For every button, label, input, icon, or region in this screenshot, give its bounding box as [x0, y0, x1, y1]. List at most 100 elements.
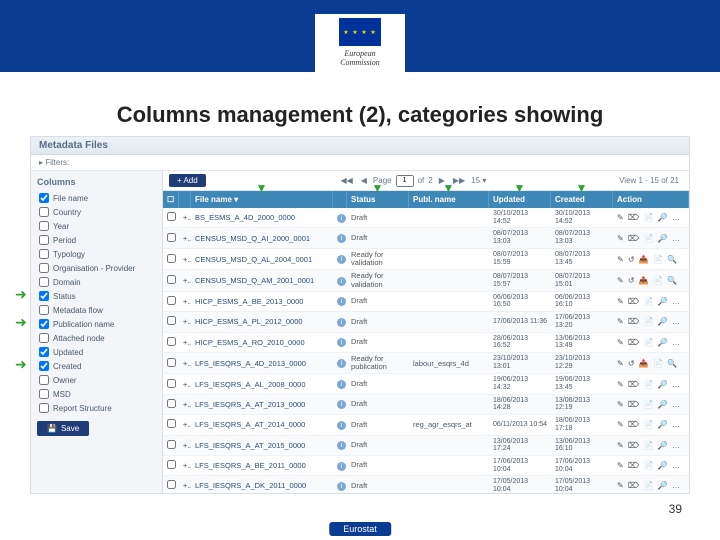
table-row[interactable]: +LFS_IESQRS_A_AL_2008_0000iDraft19/06/20… — [163, 374, 689, 394]
info-icon[interactable]: i — [333, 356, 347, 370]
expand-icon[interactable]: + — [179, 479, 191, 492]
cell-file-name[interactable]: CENSUS_MSD_Q_AI_2000_0001 — [191, 232, 333, 245]
table-row[interactable]: +LFS_IESQRS_A_DK_2011_0000iDraft17/05/20… — [163, 476, 689, 493]
info-icon[interactable]: i — [333, 231, 347, 245]
column-checkbox[interactable] — [39, 347, 49, 357]
column-checkbox[interactable] — [39, 235, 49, 245]
sidebar-item[interactable]: File name — [37, 191, 156, 205]
info-icon[interactable]: i — [333, 274, 347, 288]
info-icon[interactable]: i — [333, 438, 347, 452]
column-checkbox[interactable] — [39, 263, 49, 273]
cell-file-name[interactable]: BS_ESMS_A_4D_2000_0000 — [191, 211, 333, 224]
row-checkbox[interactable] — [163, 417, 179, 432]
info-icon[interactable]: i — [333, 418, 347, 432]
row-checkbox[interactable] — [163, 231, 179, 246]
sidebar-item[interactable]: Organisation - Provider — [37, 261, 156, 275]
cell-actions[interactable]: ✎ ↺ 📤 📄 🔍 — [613, 274, 689, 287]
sidebar-item[interactable]: Typology — [37, 247, 156, 261]
expand-icon[interactable]: + — [179, 439, 191, 452]
pager-prev[interactable]: ◀ — [359, 176, 369, 185]
expand-icon[interactable]: + — [179, 253, 191, 266]
column-checkbox[interactable] — [39, 361, 49, 371]
expand-icon[interactable]: + — [179, 315, 191, 328]
pager-size[interactable]: 15 ▾ — [471, 176, 486, 185]
column-checkbox[interactable] — [39, 333, 49, 343]
table-row[interactable]: +HICP_ESMS_A_RO_2010_0000iDraft28/06/201… — [163, 333, 689, 353]
info-icon[interactable]: i — [333, 377, 347, 391]
table-row[interactable]: +LFS_IESQRS_A_AT_2014_0000iDraftreg_agr_… — [163, 415, 689, 435]
cell-actions[interactable]: ✎ ⌦ 📄 🔎 ✎ 🔍 — [613, 398, 689, 411]
cell-actions[interactable]: ✎ ⌦ 📄 🔎 ✎ 🔍 — [613, 418, 689, 431]
expand-icon[interactable]: + — [179, 295, 191, 308]
sidebar-item[interactable]: Owner — [37, 373, 156, 387]
row-checkbox[interactable] — [163, 458, 179, 473]
expand-icon[interactable]: + — [179, 232, 191, 245]
sidebar-item[interactable]: MSD — [37, 387, 156, 401]
cell-file-name[interactable]: LFS_IESQRS_A_AT_2013_0000 — [191, 398, 333, 411]
hdr-status[interactable]: ▼Status — [347, 191, 409, 208]
sidebar-item[interactable]: Period — [37, 233, 156, 247]
expand-icon[interactable]: + — [179, 398, 191, 411]
table-row[interactable]: +LFS_IESQRS_A_BE_2011_0000iDraft17/06/20… — [163, 456, 689, 476]
expand-icon[interactable]: + — [179, 459, 191, 472]
table-row[interactable]: +HICP_ESMS_A_PL_2012_0000iDraft17/06/201… — [163, 312, 689, 332]
cell-actions[interactable]: ✎ ⌦ 📄 🔎 ✎ 🔍 — [613, 336, 689, 349]
row-checkbox[interactable] — [163, 335, 179, 350]
sidebar-item[interactable]: ➜Publication name — [37, 317, 156, 331]
sidebar-item[interactable]: Updated — [37, 345, 156, 359]
info-icon[interactable]: i — [333, 459, 347, 473]
column-checkbox[interactable] — [39, 249, 49, 259]
column-checkbox[interactable] — [39, 389, 49, 399]
save-button[interactable]: 💾 Save — [37, 421, 89, 436]
pager-page-input[interactable] — [396, 175, 414, 187]
column-checkbox[interactable] — [39, 277, 49, 287]
sidebar-item[interactable]: Domain — [37, 275, 156, 289]
table-row[interactable]: +CENSUS_MSD_Q_AL_2004_0001iReady for val… — [163, 249, 689, 271]
row-checkbox[interactable] — [163, 377, 179, 392]
row-checkbox[interactable] — [163, 438, 179, 453]
cell-actions[interactable]: ✎ ⌦ 📄 🔎 ✎ 🔍 — [613, 459, 689, 472]
table-row[interactable]: +LFS_IESQRS_A_AT_2015_0000iDraft13/06/20… — [163, 436, 689, 456]
column-checkbox[interactable] — [39, 319, 49, 329]
hdr-publ-name[interactable]: ▼Publ. name — [409, 191, 489, 208]
sidebar-item[interactable]: Report Structure — [37, 401, 156, 415]
row-checkbox[interactable] — [163, 210, 179, 225]
column-checkbox[interactable] — [39, 221, 49, 231]
row-checkbox[interactable] — [163, 273, 179, 288]
table-row[interactable]: +BS_ESMS_A_4D_2000_0000iDraft30/10/2013 … — [163, 208, 689, 228]
column-checkbox[interactable] — [39, 305, 49, 315]
row-checkbox[interactable] — [163, 294, 179, 309]
sidebar-item[interactable]: ➜Status — [37, 289, 156, 303]
cell-file-name[interactable]: CENSUS_MSD_Q_AL_2004_0001 — [191, 253, 333, 266]
cell-actions[interactable]: ✎ ↺ 📤 📄 🔍 — [613, 253, 689, 266]
row-checkbox[interactable] — [163, 314, 179, 329]
expand-icon[interactable]: + — [179, 211, 191, 224]
info-icon[interactable]: i — [333, 315, 347, 329]
info-icon[interactable]: i — [333, 294, 347, 308]
cell-file-name[interactable]: LFS_IESQRS_A_4D_2013_0000 — [191, 357, 333, 370]
cell-file-name[interactable]: LFS_IESQRS_A_AL_2008_0000 — [191, 378, 333, 391]
expand-icon[interactable]: + — [179, 357, 191, 370]
filters-toggle[interactable]: ▸ Filters: — [31, 155, 689, 171]
info-icon[interactable]: i — [333, 335, 347, 349]
row-checkbox[interactable] — [163, 252, 179, 267]
row-checkbox[interactable] — [163, 478, 179, 493]
info-icon[interactable]: i — [333, 211, 347, 225]
pager-first[interactable]: ◀◀ — [338, 176, 354, 185]
sidebar-item[interactable]: ➜Created — [37, 359, 156, 373]
sidebar-item[interactable]: Country — [37, 205, 156, 219]
cell-actions[interactable]: ✎ ⌦ 📄 🔎 ✎ 🔍 — [613, 439, 689, 452]
column-checkbox[interactable] — [39, 193, 49, 203]
row-checkbox[interactable] — [163, 397, 179, 412]
expand-icon[interactable]: + — [179, 336, 191, 349]
cell-file-name[interactable]: CENSUS_MSD_Q_AM_2001_0001 — [191, 274, 333, 287]
add-button[interactable]: + Add — [169, 174, 206, 187]
cell-file-name[interactable]: HICP_ESMS_A_RO_2010_0000 — [191, 336, 333, 349]
cell-actions[interactable]: ✎ ⌦ 📄 🔎 ✎ 🔍 — [613, 479, 689, 492]
row-checkbox[interactable] — [163, 356, 179, 371]
sidebar-item[interactable]: Metadata flow — [37, 303, 156, 317]
cell-actions[interactable]: ✎ ⌦ 📄 🔎 ✎ 🔍 — [613, 315, 689, 328]
cell-file-name[interactable]: LFS_IESQRS_A_DK_2011_0000 — [191, 479, 333, 492]
hdr-created[interactable]: ▼Created — [551, 191, 613, 208]
cell-actions[interactable]: ✎ ⌦ 📄 🔎 ✎ 🔍 — [613, 378, 689, 391]
